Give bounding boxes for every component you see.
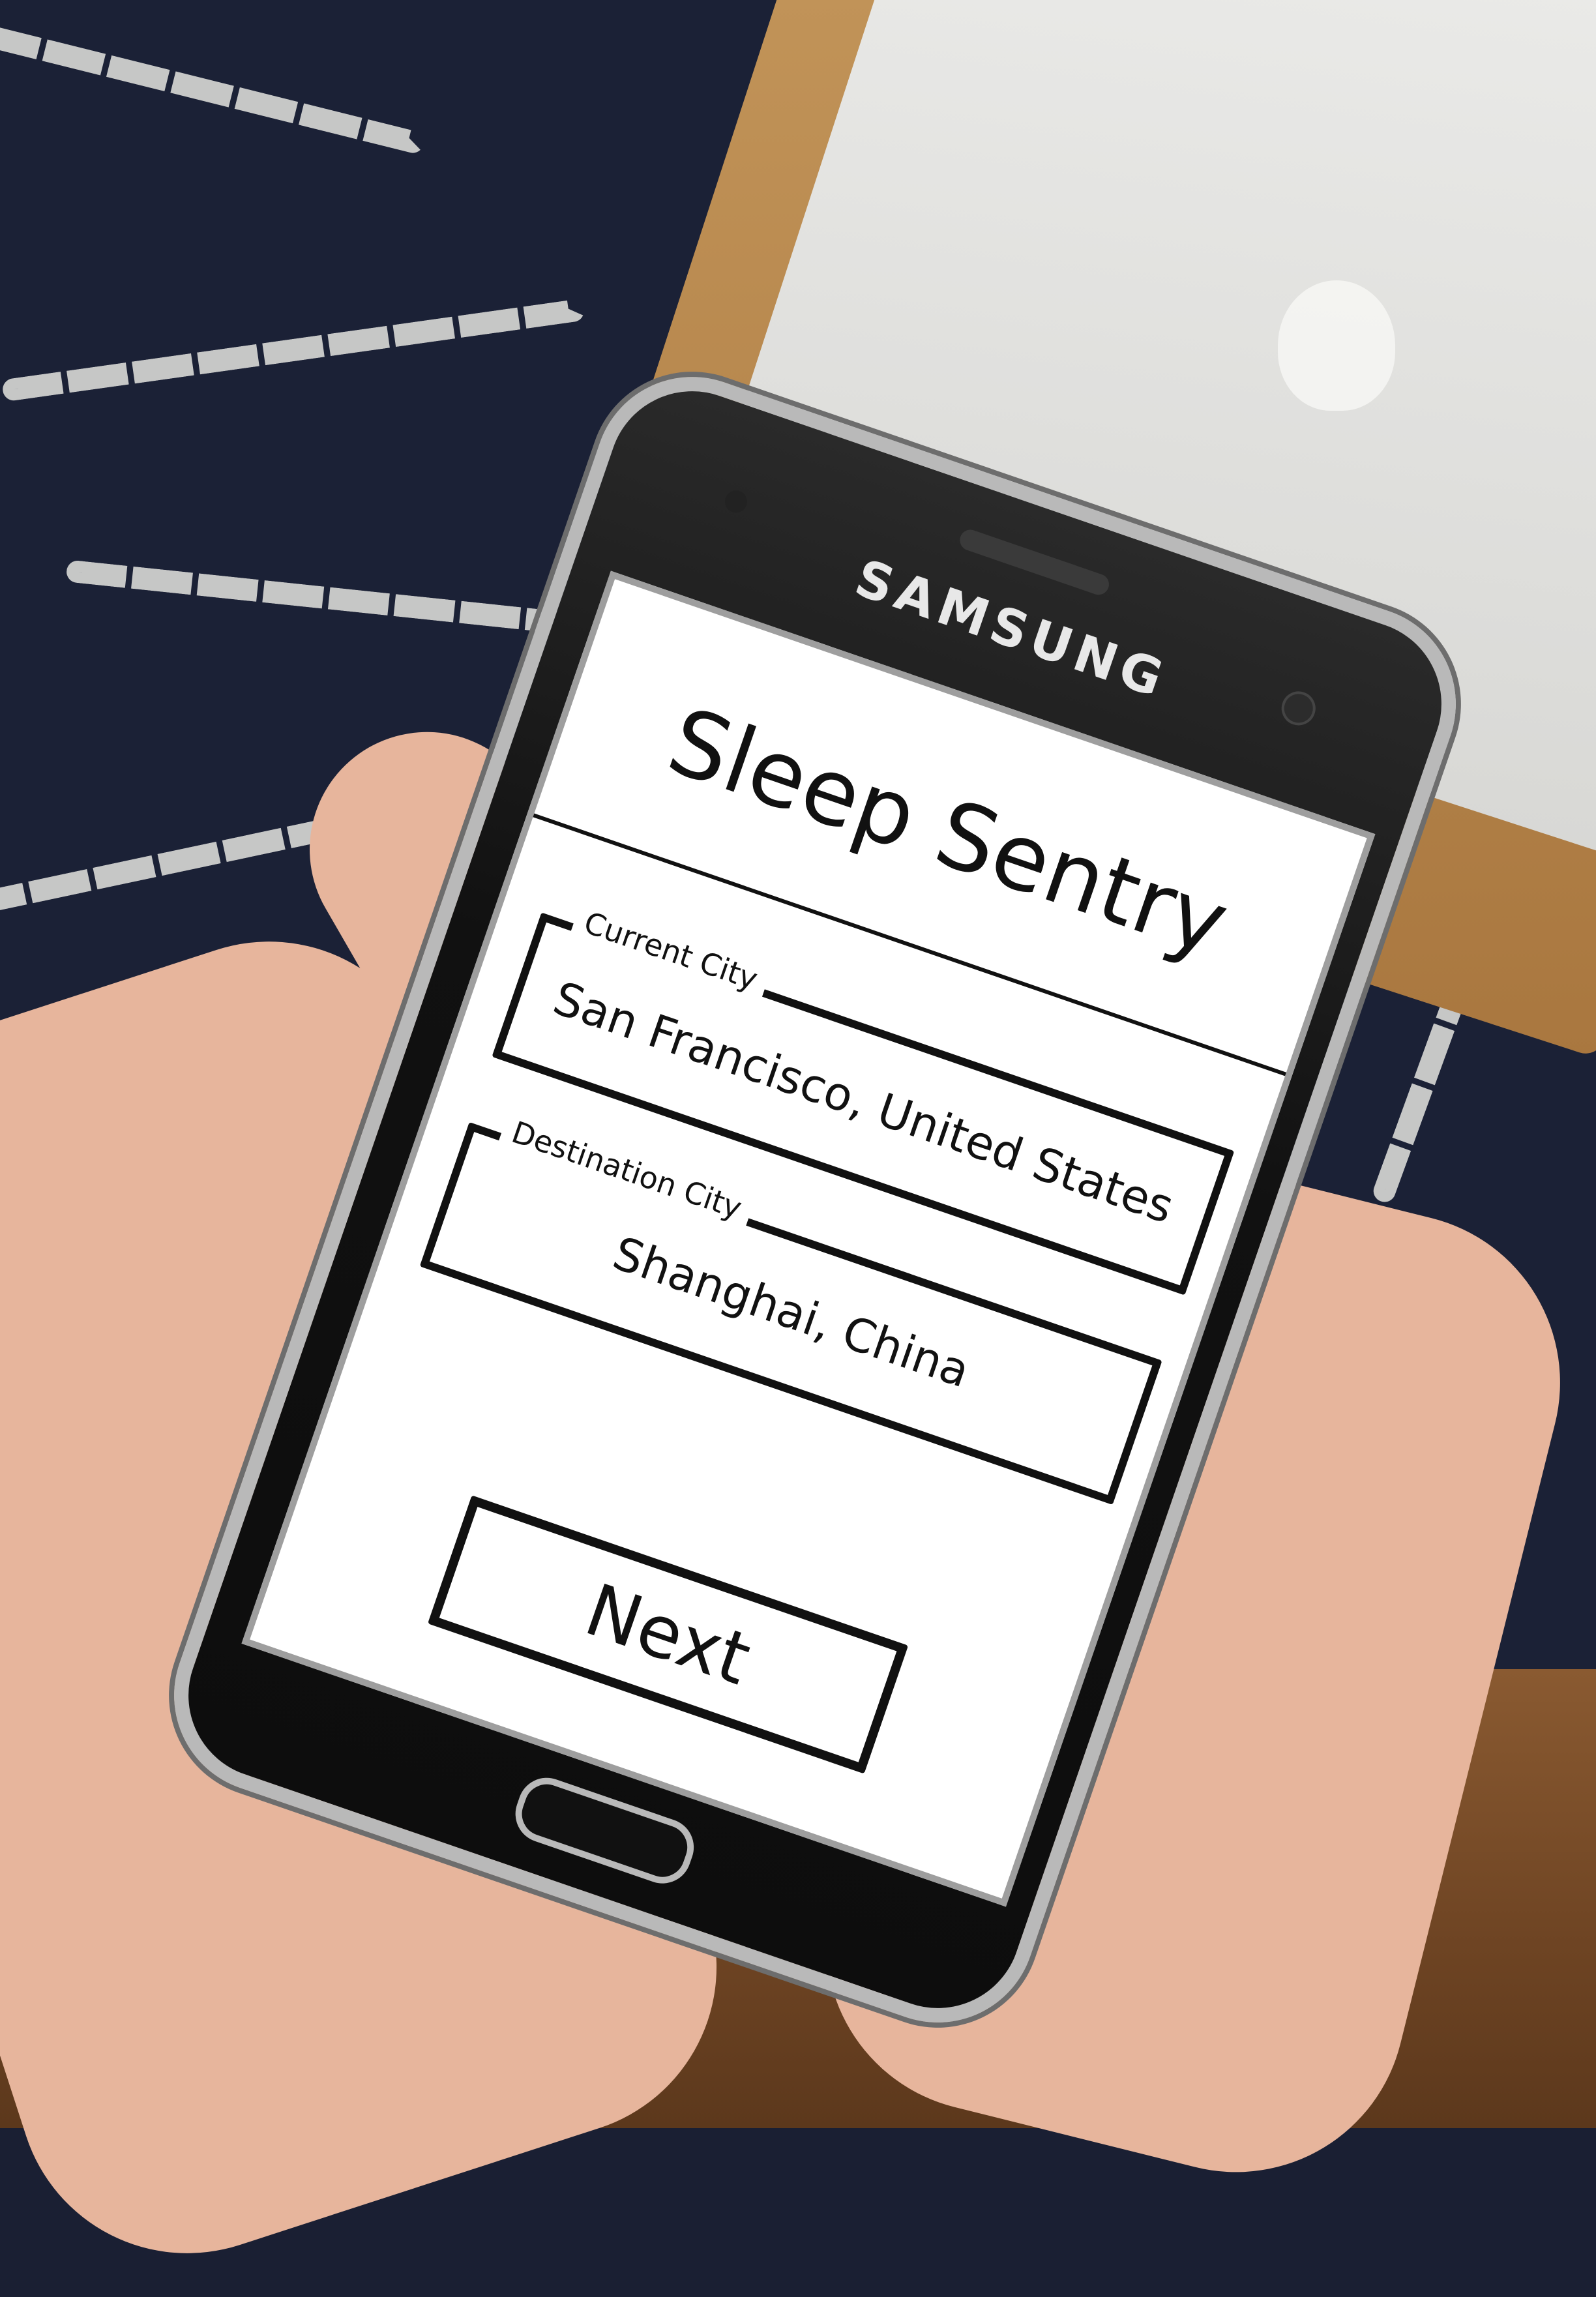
- laptop-logo: [1278, 280, 1395, 411]
- next-button[interactable]: Next: [428, 1495, 909, 1774]
